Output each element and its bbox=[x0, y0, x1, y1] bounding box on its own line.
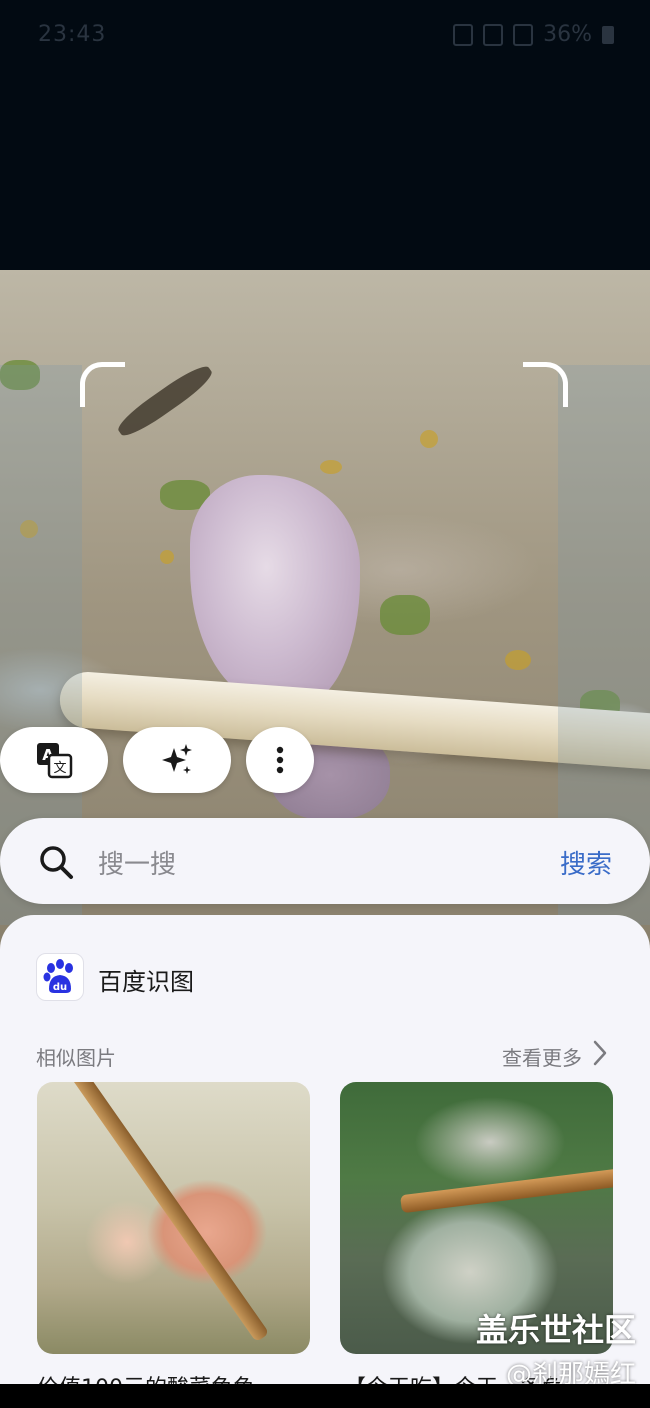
signal-icon bbox=[513, 23, 534, 46]
search-bar[interactable]: 搜一搜 搜索 bbox=[0, 818, 650, 904]
photo-detail bbox=[160, 550, 174, 564]
similar-image-thumbnail[interactable] bbox=[37, 1082, 310, 1354]
wifi-icon bbox=[483, 23, 504, 46]
crop-handle-top-right[interactable] bbox=[523, 362, 568, 407]
more-vertical-icon bbox=[276, 746, 284, 774]
watermark-community: 盖乐世社区 bbox=[475, 1311, 636, 1349]
search-input[interactable]: 搜一搜 bbox=[98, 844, 176, 881]
svg-text:文: 文 bbox=[53, 761, 66, 776]
notification-icon bbox=[453, 23, 474, 46]
thumbnail-chopstick bbox=[67, 1082, 270, 1343]
more-options-button[interactable] bbox=[246, 727, 314, 793]
sparkle-icon bbox=[162, 744, 192, 774]
crop-handle-top-left[interactable] bbox=[80, 362, 125, 407]
provider-name: 百度识图 bbox=[98, 968, 194, 996]
status-bar: 23:43 36% bbox=[0, 0, 650, 70]
status-icons: 36% bbox=[453, 22, 614, 47]
photo-detail bbox=[113, 360, 217, 442]
battery-icon bbox=[602, 25, 614, 44]
ai-enhance-button[interactable] bbox=[123, 727, 231, 793]
photo-detail bbox=[380, 595, 430, 635]
photo-detail bbox=[420, 430, 438, 448]
status-time: 23:43 bbox=[38, 22, 107, 47]
battery-percent: 36% bbox=[543, 22, 592, 47]
chevron-right-icon[interactable] bbox=[592, 1039, 608, 1067]
thumbnail-chopstick bbox=[400, 1158, 613, 1214]
view-more-link[interactable]: 查看更多 bbox=[502, 1042, 582, 1071]
translate-button[interactable]: A 文 bbox=[0, 727, 108, 793]
search-submit-button[interactable]: 搜索 bbox=[560, 844, 612, 881]
svg-text:du: du bbox=[53, 982, 67, 993]
search-icon bbox=[40, 846, 73, 879]
photo-detail bbox=[320, 460, 342, 474]
navigation-bar bbox=[0, 1384, 650, 1408]
photo-detail bbox=[505, 650, 531, 670]
translate-icon: A 文 bbox=[37, 743, 73, 779]
section-title: 相似图片 bbox=[36, 1046, 116, 1070]
baidu-logo-icon: du bbox=[36, 953, 84, 1001]
